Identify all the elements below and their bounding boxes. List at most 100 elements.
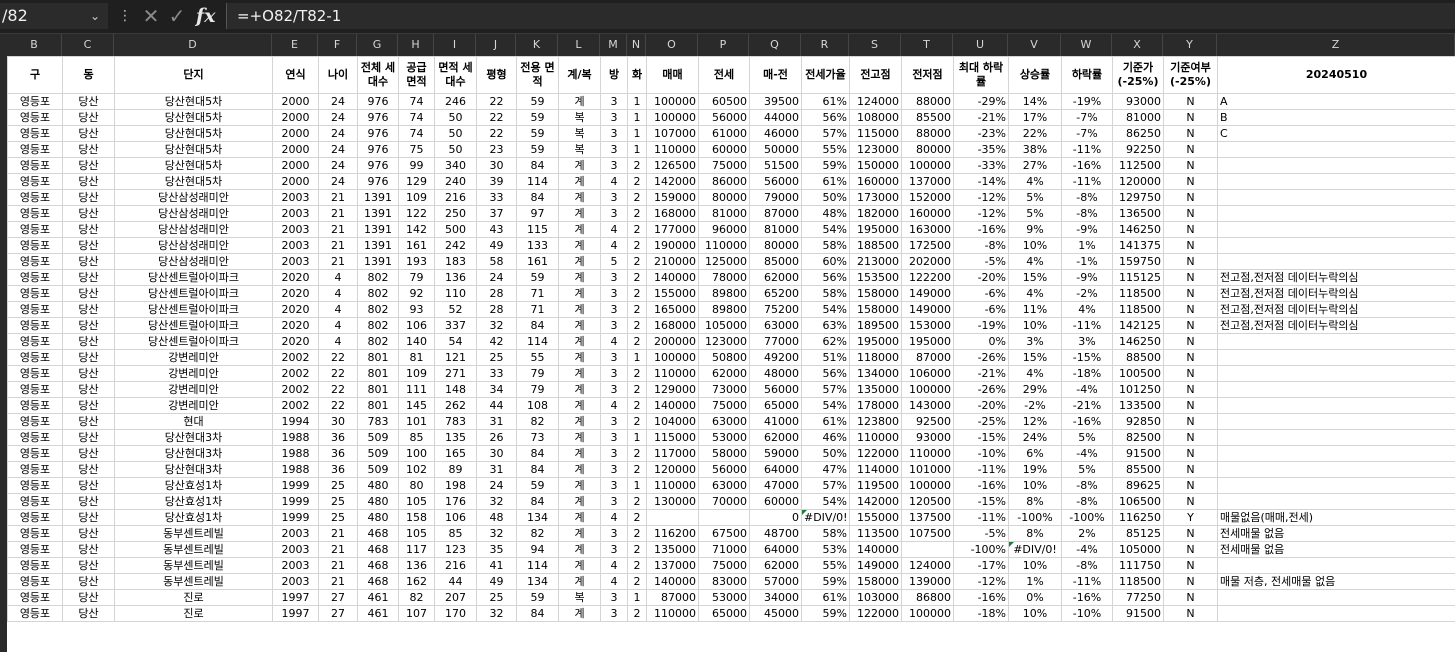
table-cell[interactable]: 115125 xyxy=(1112,269,1164,286)
table-cell[interactable]: 146250 xyxy=(1112,333,1164,350)
table-cell[interactable]: 동부센트레빌 xyxy=(114,541,273,558)
column-header-f[interactable]: F xyxy=(318,34,357,56)
column-header-y[interactable]: Y xyxy=(1163,34,1217,56)
table-cell[interactable]: 509 xyxy=(357,429,399,446)
table-cell[interactable]: 89800 xyxy=(698,301,750,318)
table-cell[interactable]: 59% xyxy=(801,573,850,590)
table-cell[interactable]: 57% xyxy=(801,381,850,398)
table-cell[interactable]: 21 xyxy=(318,253,358,270)
table-cell[interactable]: 81000 xyxy=(698,205,750,222)
table-cell[interactable]: 61000 xyxy=(698,125,750,142)
table-cell[interactable]: 163000 xyxy=(901,221,954,238)
table-cell[interactable]: 468 xyxy=(357,525,399,542)
table-cell[interactable]: -26% xyxy=(953,381,1009,398)
table-cell[interactable]: 21 xyxy=(318,189,358,206)
table-cell[interactable]: 48700 xyxy=(749,525,802,542)
table-cell[interactable]: 당산센트럴아이파크 xyxy=(114,285,273,302)
table-cell[interactable]: 118500 xyxy=(1112,573,1164,590)
table-cell[interactable]: 6% xyxy=(1008,445,1062,462)
header-cell[interactable]: 전세 xyxy=(698,56,750,94)
table-cell[interactable]: 5% xyxy=(1061,429,1113,446)
table-cell[interactable]: 77250 xyxy=(1112,589,1164,606)
table-cell[interactable]: 99 xyxy=(398,157,435,174)
table-cell[interactable]: 140000 xyxy=(646,397,699,414)
table-cell[interactable]: 2003 xyxy=(272,573,319,590)
table-cell[interactable]: 100000 xyxy=(901,477,954,494)
table-cell[interactable]: N xyxy=(1163,253,1218,270)
table-cell[interactable]: 2 xyxy=(627,253,647,270)
table-cell[interactable]: 84 xyxy=(516,493,559,510)
table-cell[interactable]: 영등포 xyxy=(7,205,63,222)
table-cell[interactable]: 172500 xyxy=(901,237,954,254)
table-cell[interactable]: 142125 xyxy=(1112,317,1164,334)
table-cell[interactable]: 145 xyxy=(398,397,435,414)
table-cell[interactable]: 동부센트레빌 xyxy=(114,573,273,590)
table-cell[interactable]: 58000 xyxy=(698,445,750,462)
table-cell[interactable]: 24 xyxy=(318,157,358,174)
table-cell[interactable]: 216 xyxy=(434,189,477,206)
table-cell[interactable]: 158 xyxy=(398,509,435,526)
table-cell[interactable]: 2003 xyxy=(272,221,319,238)
table-cell[interactable]: 1 xyxy=(627,109,647,126)
table-cell[interactable]: 101000 xyxy=(901,461,954,478)
table-cell[interactable]: 3 xyxy=(600,461,628,478)
table-cell[interactable]: 242 xyxy=(434,237,477,254)
table-cell[interactable]: 65200 xyxy=(749,285,802,302)
table-cell[interactable]: 59 xyxy=(516,93,559,110)
table-cell[interactable]: 0% xyxy=(1008,589,1062,606)
table-cell[interactable]: 198 xyxy=(434,477,477,494)
table-cell[interactable]: 168000 xyxy=(646,317,699,334)
table-cell[interactable]: 당산 xyxy=(62,477,115,494)
table-cell[interactable]: N xyxy=(1163,445,1218,462)
table-cell[interactable]: 60500 xyxy=(698,93,750,110)
table-cell[interactable]: 118000 xyxy=(849,349,902,366)
table-cell[interactable]: -26% xyxy=(953,349,1009,366)
table-cell[interactable]: 영등포 xyxy=(7,253,63,270)
table-cell[interactable]: 80000 xyxy=(698,189,750,206)
column-header-e[interactable]: E xyxy=(272,34,318,56)
table-cell[interactable]: 당산 xyxy=(62,269,115,286)
table-cell[interactable]: 468 xyxy=(357,557,399,574)
table-cell[interactable]: 당산삼성래미안 xyxy=(114,205,273,222)
table-cell[interactable]: 122 xyxy=(398,205,435,222)
table-cell[interactable]: 계 xyxy=(558,349,601,366)
table-cell[interactable]: 당산효성1차 xyxy=(114,509,273,526)
table-cell[interactable]: 50800 xyxy=(698,349,750,366)
table-cell[interactable]: 111750 xyxy=(1112,557,1164,574)
table-cell[interactable]: 영등포 xyxy=(7,269,63,286)
table-cell[interactable] xyxy=(1217,365,1455,382)
table-cell[interactable]: 1% xyxy=(1008,573,1062,590)
table-cell[interactable]: 계 xyxy=(558,365,601,382)
column-header-s[interactable]: S xyxy=(849,34,901,56)
table-cell[interactable]: 122000 xyxy=(849,445,902,462)
table-cell[interactable]: 31 xyxy=(476,461,517,478)
table-cell[interactable]: -16% xyxy=(1061,157,1113,174)
table-cell[interactable]: 106500 xyxy=(1112,493,1164,510)
table-cell[interactable]: 80000 xyxy=(901,141,954,158)
column-header-p[interactable]: P xyxy=(698,34,749,56)
table-cell[interactable]: 63000 xyxy=(749,317,802,334)
table-cell[interactable]: 2003 xyxy=(272,237,319,254)
table-cell[interactable]: 진로 xyxy=(114,605,273,622)
table-cell[interactable]: 2 xyxy=(627,413,647,430)
table-cell[interactable]: 67500 xyxy=(698,525,750,542)
table-cell[interactable]: -16% xyxy=(953,589,1009,606)
table-cell[interactable]: 4% xyxy=(1061,301,1113,318)
table-cell[interactable]: 44000 xyxy=(749,109,802,126)
header-cell[interactable]: 면적 세대수 xyxy=(434,56,477,94)
table-cell[interactable]: 85 xyxy=(398,429,435,446)
table-cell[interactable]: 39 xyxy=(476,173,517,190)
table-cell[interactable]: 복 xyxy=(558,109,601,126)
table-cell[interactable] xyxy=(1217,381,1455,398)
table-cell[interactable]: 0 xyxy=(749,509,802,526)
table-cell[interactable]: 158000 xyxy=(849,301,902,318)
table-cell[interactable]: 1391 xyxy=(357,205,399,222)
table-cell[interactable]: 50% xyxy=(801,445,850,462)
table-cell[interactable]: 86000 xyxy=(698,173,750,190)
table-cell[interactable]: 2003 xyxy=(272,525,319,542)
table-cell[interactable]: 110000 xyxy=(901,445,954,462)
header-cell[interactable]: 공급 면적 xyxy=(398,56,435,94)
table-cell[interactable]: 142000 xyxy=(849,493,902,510)
table-cell[interactable]: 39500 xyxy=(749,93,802,110)
table-cell[interactable] xyxy=(1217,493,1455,510)
